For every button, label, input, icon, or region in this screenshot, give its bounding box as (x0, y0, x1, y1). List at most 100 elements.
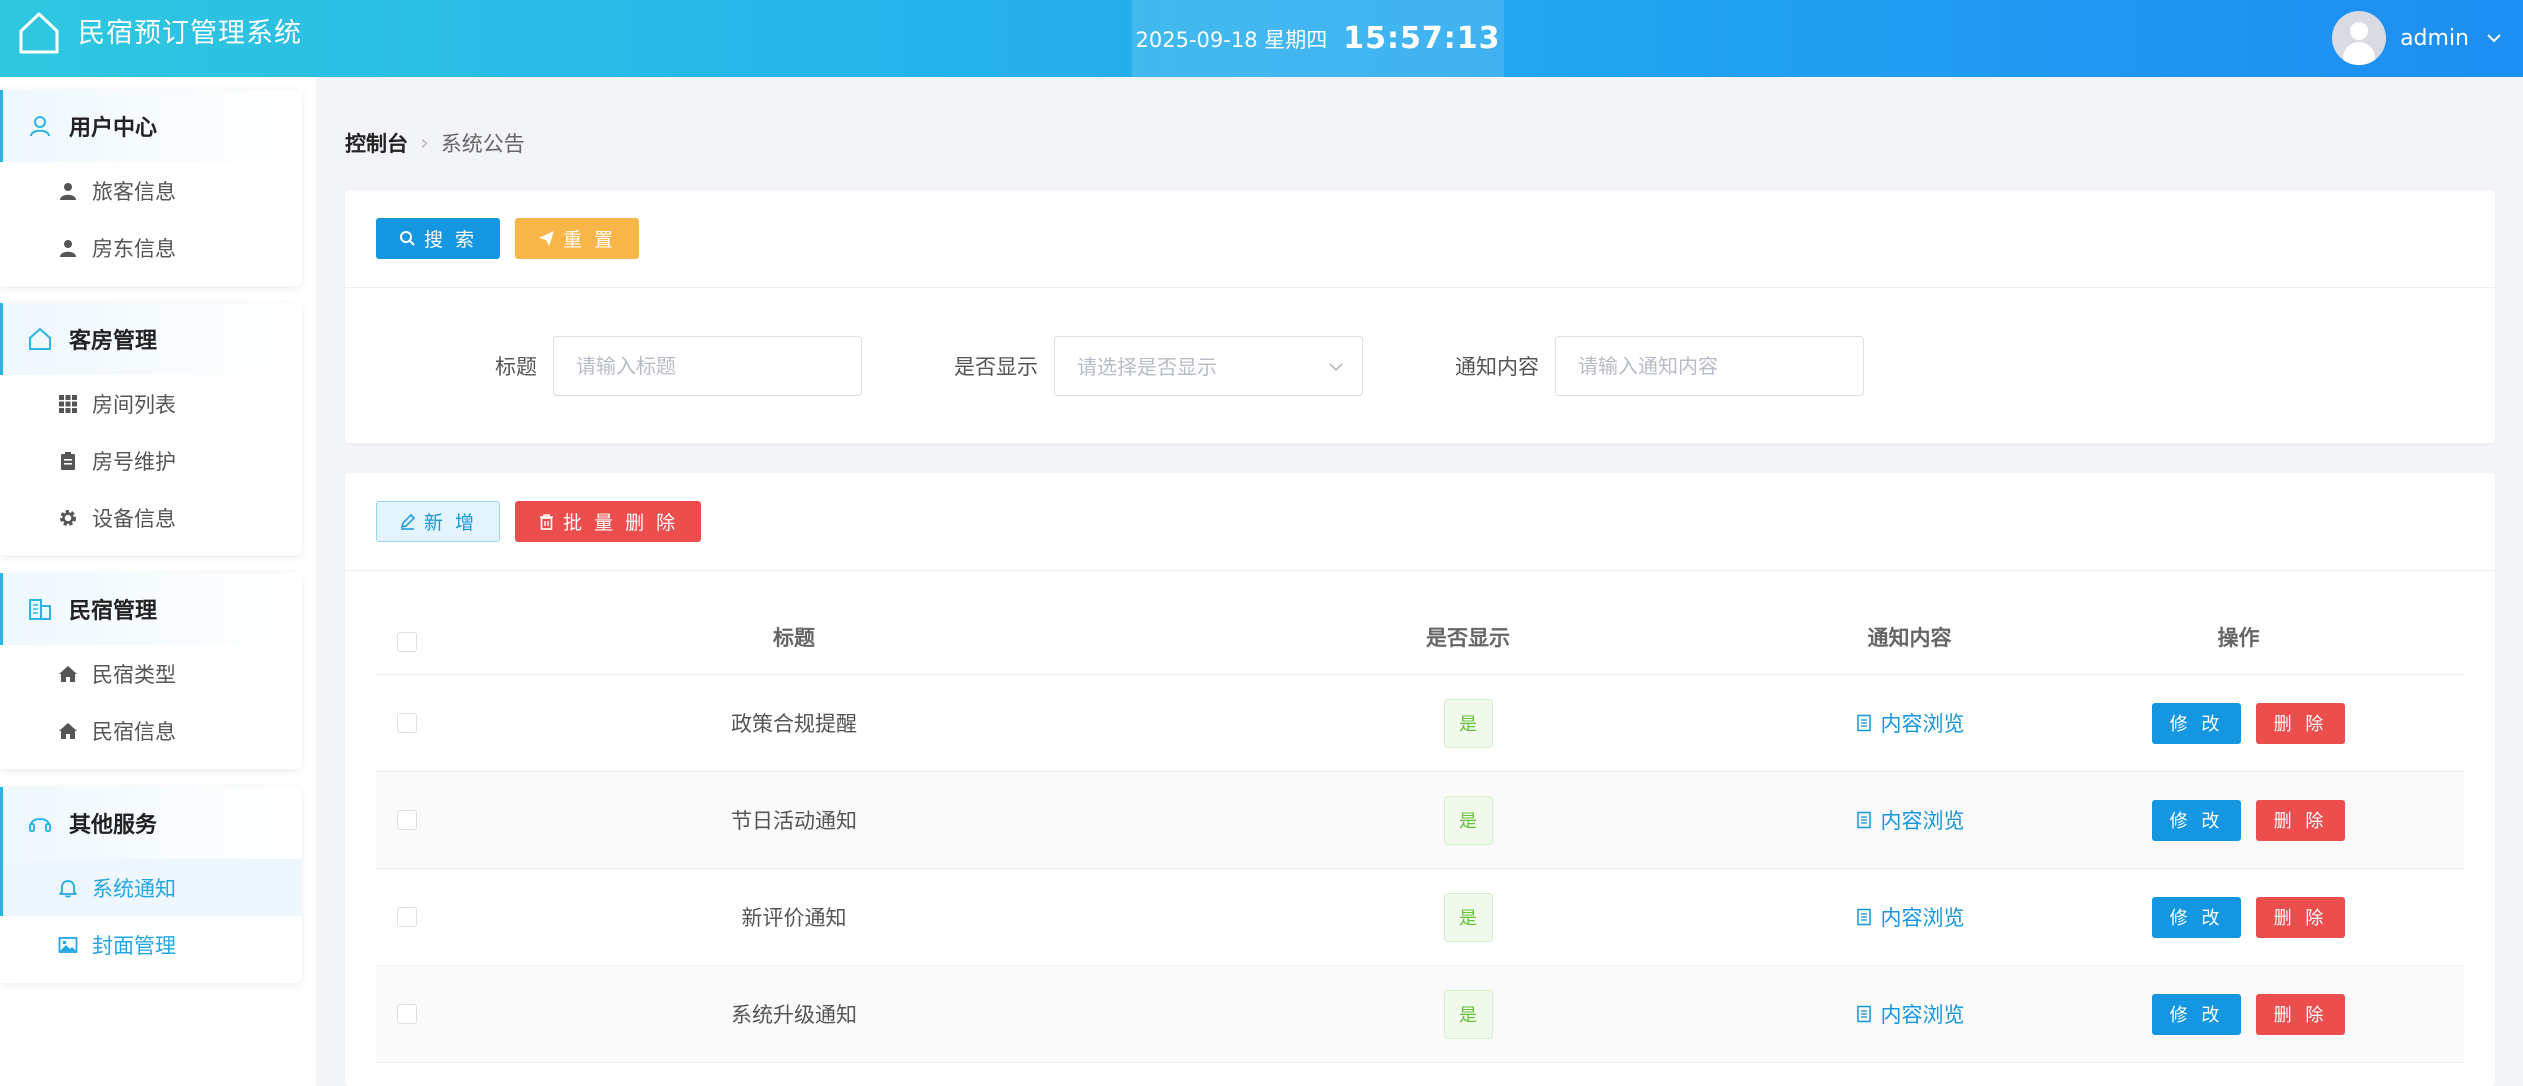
username[interactable]: admin (2400, 26, 2469, 51)
status-badge: 是 (1443, 698, 1493, 748)
column-header-content: 通知内容 (1867, 626, 1952, 650)
row-show-cell: 是 (1150, 989, 1786, 1039)
clipboard-icon (61, 451, 75, 470)
content-preview-link[interactable]: 内容浏览 (1855, 805, 1965, 835)
row-content-cell: 内容浏览 (1786, 805, 2033, 835)
breadcrumb-home[interactable]: 控制台 (345, 128, 408, 158)
row-check-cell (376, 1004, 438, 1024)
sidebar-item-label: 系统通知 (92, 876, 176, 901)
delete-button[interactable]: 删 除 (2256, 702, 2345, 744)
list-card: 新 增 批 量 删 除 标题 是否显示 通知内容 操作 政策合规提醒 是 内容浏… (345, 473, 2495, 1086)
reset-button-label: 重 置 (563, 229, 617, 251)
clock-time: 15:57:13 (1343, 21, 1501, 56)
row-checkbox[interactable] (397, 907, 417, 927)
content-filter-input[interactable] (1555, 335, 1864, 396)
reset-button[interactable]: 重 置 (515, 218, 640, 259)
menu-group-head[interactable]: 其他服务 (0, 787, 302, 859)
show-filter-label: 是否显示 (954, 354, 1038, 379)
search-button-label: 搜 索 (424, 229, 478, 251)
breadcrumb: 控制台 › 系统公告 (345, 128, 525, 158)
edit-button[interactable]: 修 改 (2152, 799, 2241, 841)
content-preview-link[interactable]: 内容浏览 (1855, 902, 1965, 932)
batch-delete-button-label: 批 量 删 除 (563, 512, 679, 534)
row-checkbox[interactable] (397, 1004, 417, 1024)
breadcrumb-current: 系统公告 (440, 132, 525, 156)
delete-button[interactable]: 删 除 (2256, 896, 2345, 938)
avatar[interactable] (2332, 11, 2387, 65)
edit-button[interactable]: 修 改 (2152, 702, 2241, 744)
menu-group-title: 民宿管理 (69, 599, 158, 624)
sidebar-item-tourist-info[interactable]: 旅客信息 (0, 162, 302, 219)
content-preview-label: 内容浏览 (1880, 712, 1965, 736)
sidebar-item-label: 旅客信息 (92, 179, 176, 204)
clock-date: 2025-09-18 星期四 (1135, 27, 1328, 52)
table-header: 标题 是否显示 通知内容 操作 (376, 571, 2464, 675)
delete-button[interactable]: 删 除 (2256, 993, 2345, 1035)
title-filter-input[interactable] (553, 335, 862, 396)
add-button[interactable]: 新 增 (376, 501, 501, 542)
select-all-checkbox[interactable] (397, 632, 417, 652)
status-badge: 是 (1443, 989, 1493, 1039)
search-toolbar: 搜 索 重 置 (345, 190, 2495, 288)
row-check-cell (376, 907, 438, 927)
image-icon (58, 936, 78, 953)
content-preview-label: 内容浏览 (1880, 809, 1965, 833)
delete-button[interactable]: 删 除 (2256, 799, 2345, 841)
content-preview-label: 内容浏览 (1880, 906, 1965, 930)
gear-icon (60, 509, 76, 526)
content-preview-link[interactable]: 内容浏览 (1855, 708, 1965, 738)
show-filter-placeholder: 请选择是否显示 (1077, 355, 1217, 379)
sidebar-item-landlord-info[interactable]: 房东信息 (0, 219, 302, 276)
content-filter-label: 通知内容 (1455, 354, 1539, 379)
document-icon (1856, 811, 1871, 829)
edit-button[interactable]: 修 改 (2152, 896, 2241, 938)
menu-group-title: 用户中心 (69, 116, 158, 141)
app-title: 民宿预订管理系统 (78, 18, 302, 49)
sidebar-item-homestay-type[interactable]: 民宿类型 (0, 645, 302, 702)
chevron-down-icon (1329, 362, 1343, 371)
send-icon (539, 231, 555, 246)
top-header: 民宿预订管理系统 2025-09-18 星期四 15:57:13 admin (0, 0, 2523, 77)
search-button[interactable]: 搜 索 (376, 218, 501, 259)
row-operations: 修 改 删 除 (2033, 896, 2444, 938)
sidebar: 用户中心 旅客信息 房东信息 客房管理 房间列表 房号维护 设备信息 民宿管理 … (0, 77, 316, 1086)
bell-icon (59, 879, 77, 898)
menu-group-head[interactable]: 客房管理 (0, 303, 302, 375)
menu-group-user-center: 用户中心 旅客信息 房东信息 (0, 90, 302, 286)
sidebar-item-homestay-info[interactable]: 民宿信息 (0, 702, 302, 759)
table-row: 政策合规提醒 是 内容浏览 修 改 删 除 (376, 675, 2464, 772)
row-show-cell: 是 (1150, 795, 1786, 845)
content-preview-link[interactable]: 内容浏览 (1855, 999, 1965, 1029)
column-header-title: 标题 (773, 626, 815, 650)
sidebar-item-label: 民宿类型 (92, 662, 176, 687)
edit-button[interactable]: 修 改 (2152, 993, 2241, 1035)
sidebar-item-system-notice[interactable]: 系统通知 (0, 859, 302, 916)
column-header-show: 是否显示 (1426, 626, 1510, 650)
sidebar-item-label: 房间列表 (92, 392, 176, 417)
sidebar-item-cover-management[interactable]: 封面管理 (0, 916, 302, 973)
add-button-label: 新 增 (424, 512, 478, 534)
filter-row: 标题 是否显示 请选择是否显示 通知内容 (345, 288, 2495, 443)
row-checkbox[interactable] (397, 810, 417, 830)
status-badge: 是 (1443, 892, 1493, 942)
menu-group-head[interactable]: 用户中心 (0, 90, 302, 162)
row-content-cell: 内容浏览 (1786, 708, 2033, 738)
notice-table: 标题 是否显示 通知内容 操作 政策合规提醒 是 内容浏览 修 改 删 除 节日… (376, 571, 2464, 1063)
row-checkbox[interactable] (397, 713, 417, 733)
menu-group-head[interactable]: 民宿管理 (0, 573, 302, 645)
sidebar-item-equipment[interactable]: 设备信息 (0, 489, 302, 546)
user-menu[interactable]: admin (2332, 6, 2505, 70)
sidebar-item-room-list[interactable]: 房间列表 (0, 375, 302, 432)
batch-delete-button[interactable]: 批 量 删 除 (515, 501, 702, 542)
chevron-down-icon[interactable] (2483, 27, 2505, 49)
building-icon (29, 599, 51, 620)
row-operations: 修 改 删 除 (2033, 799, 2444, 841)
menu-group-room-management: 客房管理 房间列表 房号维护 设备信息 (0, 303, 302, 555)
sidebar-item-room-number[interactable]: 房号维护 (0, 432, 302, 489)
document-icon (1856, 1005, 1871, 1023)
search-card: 搜 索 重 置 标题 是否显示 请选择是否显示 通知内容 (345, 190, 2495, 443)
trash-icon (540, 514, 554, 530)
show-filter-select[interactable]: 请选择是否显示 (1054, 335, 1363, 396)
list-toolbar: 新 增 批 量 删 除 (345, 473, 2495, 571)
row-operations: 修 改 删 除 (2033, 993, 2444, 1035)
